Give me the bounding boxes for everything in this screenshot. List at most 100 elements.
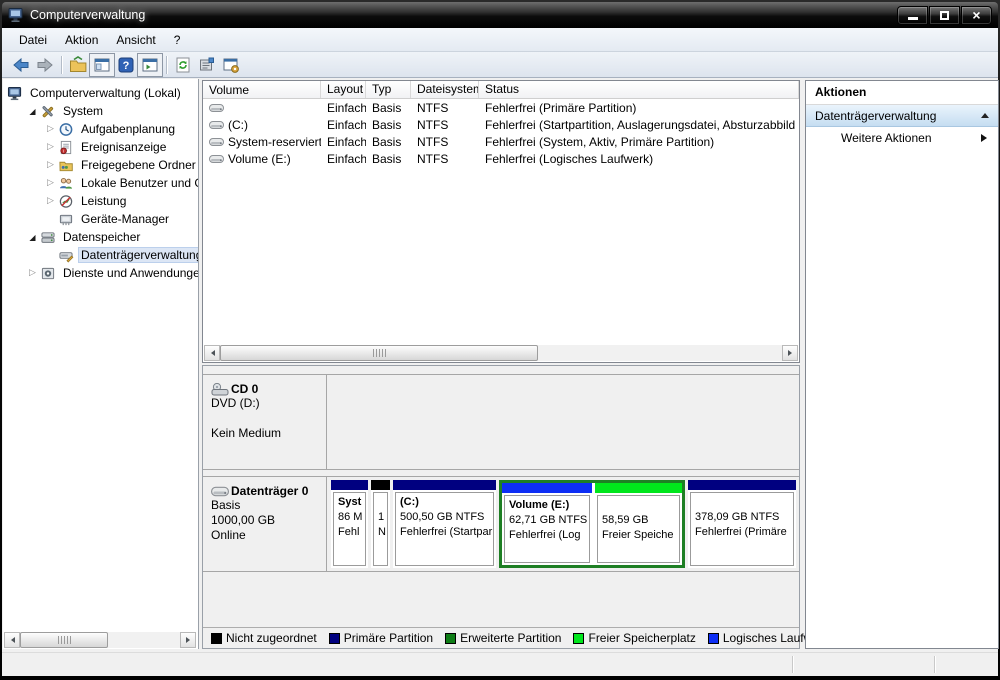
scroll-track[interactable] — [220, 345, 782, 361]
volume-dateisystem-cell: NTFS — [417, 100, 449, 115]
scroll-track[interactable] — [20, 632, 180, 648]
back-button[interactable] — [9, 54, 33, 76]
menu-item-aktion[interactable]: Aktion — [56, 30, 107, 50]
collapse-arrow-icon[interactable]: ◢ — [25, 107, 40, 116]
cd-drive-row[interactable]: CD 0 DVD (D:) Kein Medium — [203, 374, 799, 470]
volume-row[interactable]: Einfach Basis NTFS Fehlerfrei (Primäre Part… — [203, 99, 799, 116]
legend-item-nicht-zugeordnet: Nicht zugeordnet — [211, 631, 317, 645]
column-header-dateisystem[interactable]: Dateisystem — [411, 81, 479, 98]
tree-item-datenspeicher[interactable]: ◢ Datenspeicher — [3, 228, 198, 246]
console-window-button[interactable] — [89, 52, 115, 77]
expand-arrow-icon[interactable]: ▷ — [25, 268, 40, 278]
segment-info: 1N — [373, 492, 388, 566]
column-header-status[interactable]: Status — [479, 81, 799, 98]
submenu-arrow-icon — [981, 134, 987, 142]
disk-name: Datenträger 0 — [231, 484, 309, 498]
scroll-right-button[interactable] — [782, 345, 798, 361]
scroll-thumb[interactable] — [20, 632, 108, 648]
volume-list-horizontal-scrollbar[interactable] — [204, 345, 798, 361]
tree-item-label: Lokale Benutzer und Gru — [81, 176, 198, 190]
partition-segment-unallocated[interactable]: 1N — [371, 480, 390, 568]
partition-segment-free[interactable]: 58,59 GB Freier Speiche — [595, 483, 682, 565]
segment-name — [695, 495, 789, 510]
volume-row-c[interactable]: (C:) Einfach Basis NTFS Fehlerfrei (Startpar… — [203, 116, 799, 133]
expand-arrow-icon[interactable]: ▷ — [43, 142, 58, 152]
partition-legend: Nicht zugeordnet Primäre Partition Erweite… — [203, 627, 829, 648]
tree-item-label: Freigegebene Ordner — [81, 158, 196, 172]
expand-arrow-icon[interactable]: ▷ — [43, 124, 58, 134]
legend-item-freier-speicherplatz: Freier Speicherplatz — [573, 631, 696, 645]
minimize-button[interactable] — [897, 5, 928, 25]
tree-item-datentr-gerverwaltung[interactable]: Datenträgerverwaltung — [3, 246, 198, 264]
maximize-button[interactable] — [929, 5, 960, 25]
export-list-button[interactable] — [66, 54, 90, 76]
tree-item-leistung[interactable]: ▷ Leistung — [3, 192, 198, 210]
close-button[interactable]: × — [961, 5, 992, 25]
tree-item-label: System — [63, 104, 104, 118]
tree-item-ger-te-manager[interactable]: Geräte-Manager — [3, 210, 198, 228]
tree-item-system[interactable]: ◢ System — [3, 102, 198, 120]
menu-item-ansicht[interactable]: Ansicht — [107, 30, 164, 50]
segment-size: 86 M — [338, 511, 363, 523]
expand-arrow-icon[interactable]: ▷ — [43, 178, 58, 188]
legend-color-swatch — [328, 632, 340, 644]
disk-settings-button[interactable] — [219, 54, 243, 76]
segment-name — [602, 498, 675, 513]
tree-horizontal-scrollbar[interactable] — [4, 632, 196, 648]
tree-item-label: Aufgabenplanung — [81, 122, 176, 136]
properties-icon — [198, 56, 216, 74]
segment-info: (C:) 500,50 GB NTFS Fehlerfrei (Startpar — [395, 492, 494, 566]
tree-item-label: Datenträgerverwaltung — [78, 247, 198, 263]
column-header-typ[interactable]: Typ — [366, 81, 411, 98]
properties-button[interactable] — [195, 54, 219, 76]
scroll-thumb[interactable] — [220, 345, 538, 361]
tree-item-lokale-benutzer-und-gru[interactable]: ▷ Lokale Benutzer und Gru — [3, 174, 198, 192]
forward-button[interactable] — [33, 54, 57, 76]
partition-segment-logical[interactable]: Volume (E:) 62,71 GB NTFS Fehlerfrei (Log — [502, 483, 592, 565]
disk0-row[interactable]: Datenträger 0 Basis 1000,00 GB Online Sy… — [203, 476, 799, 572]
partition-segment-primary[interactable]: (C:) 500,50 GB NTFS Fehlerfrei (Startpar — [393, 480, 496, 568]
segment-info: 378,09 GB NTFS Fehlerfrei (Primäre — [690, 492, 794, 566]
segment-status: N — [378, 525, 386, 538]
menu-item-blank[interactable]: ? — [165, 30, 190, 50]
tree-item-dienste-und-anwendungen[interactable]: ▷ Dienste und Anwendungen — [3, 264, 198, 282]
menu-item-datei[interactable]: Datei — [10, 30, 56, 50]
expand-arrow-icon[interactable]: ▷ — [43, 196, 58, 206]
tree-item-aufgabenplanung[interactable]: ▷ Aufgabenplanung — [3, 120, 198, 138]
app-window: Computerverwaltung × Datei Aktion Ansicht?… — [0, 0, 1000, 680]
tree-item-computerverwaltung-lokal[interactable]: Computerverwaltung (Lokal) — [3, 84, 198, 102]
tree-item-ereignisanzeige[interactable]: ▷ Ereignisanzeige — [3, 138, 198, 156]
volume-typ-cell: Basis — [372, 134, 402, 149]
scroll-right-button[interactable] — [180, 632, 196, 648]
collapse-arrow-icon[interactable]: ◢ — [25, 233, 40, 242]
refresh-button[interactable] — [171, 54, 195, 76]
segment-size: 62,71 GB NTFS — [509, 514, 588, 526]
scroll-left-button[interactable] — [204, 345, 220, 361]
actions-section-disk-management[interactable]: Datenträgerverwaltung — [806, 105, 998, 127]
legend-item-erweiterte-partition: Erweiterte Partition — [445, 631, 561, 645]
volume-row-system-reserviert[interactable]: System-reserviert Einfach Basis NTFS Fehlerf… — [203, 133, 799, 150]
title-bar[interactable]: Computerverwaltung × — [2, 2, 998, 28]
storage-icon — [40, 230, 56, 245]
show-tree-button[interactable] — [137, 52, 163, 77]
column-header-layout[interactable]: Layout — [321, 81, 366, 98]
back-icon — [12, 56, 30, 74]
partition-segment-primary[interactable]: Syst 86 M Fehl — [331, 480, 368, 568]
more-actions-item[interactable]: Weitere Aktionen — [806, 127, 998, 149]
segment-status: Fehl — [338, 525, 360, 538]
extended-partition[interactable]: Volume (E:) 62,71 GB NTFS Fehlerfrei (Log 5… — [499, 480, 685, 568]
volume-row-volume-e[interactable]: Volume (E:) Einfach Basis NTFS Fehlerfrei (L… — [203, 150, 799, 167]
partition-segment-primary[interactable]: 378,09 GB NTFS Fehlerfrei (Primäre — [688, 480, 796, 568]
expand-arrow-icon[interactable]: ▷ — [43, 160, 58, 170]
close-icon: × — [972, 7, 981, 23]
legend-label: Erweiterte Partition — [460, 631, 562, 645]
column-header-volume[interactable]: Volume — [203, 81, 321, 98]
cd-drive-label[interactable]: CD 0 DVD (D:) Kein Medium — [203, 375, 327, 469]
menu-bar: Datei Aktion Ansicht? — [2, 28, 998, 52]
scroll-left-button[interactable] — [4, 632, 20, 648]
disk0-label[interactable]: Datenträger 0 Basis 1000,00 GB Online — [203, 477, 327, 571]
help-button[interactable] — [114, 54, 138, 76]
segment-name: Syst — [338, 496, 362, 508]
collapse-section-icon[interactable] — [981, 113, 989, 118]
tree-item-freigegebene-ordner[interactable]: ▷ Freigegebene Ordner — [3, 156, 198, 174]
